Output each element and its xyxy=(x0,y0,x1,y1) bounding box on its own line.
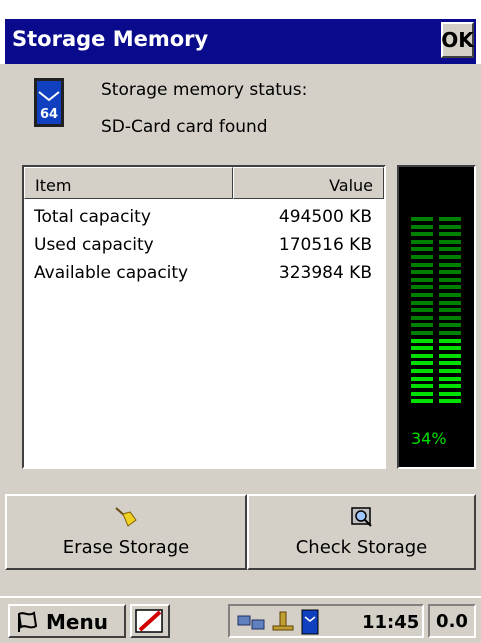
erase-storage-button[interactable]: Erase Storage xyxy=(5,494,247,570)
meter-segment xyxy=(411,277,433,282)
meter-segment xyxy=(411,247,433,252)
input-panel-button[interactable] xyxy=(130,604,170,638)
table-row[interactable]: Available capacity 323984 KB xyxy=(24,263,384,291)
column-header-item[interactable]: Item xyxy=(24,167,233,199)
row-item-total: Total capacity xyxy=(34,207,151,227)
windows-flag-icon xyxy=(17,611,38,632)
meter-segment xyxy=(411,217,433,221)
meter-segment xyxy=(411,376,433,381)
meter-segment xyxy=(439,224,461,229)
usage-percent: 34% xyxy=(411,429,447,448)
meter-segment xyxy=(439,300,461,305)
erase-storage-label: Erase Storage xyxy=(62,537,190,558)
meter-segment xyxy=(411,384,433,389)
meter-segment xyxy=(439,315,461,320)
meter-segment xyxy=(439,369,461,373)
meter-segment xyxy=(411,331,433,335)
meter-segment xyxy=(439,353,461,358)
meter-segment xyxy=(411,323,433,328)
meter-segment xyxy=(439,323,461,328)
row-value-total: 494500 KB xyxy=(278,207,372,227)
window-title: Storage Memory xyxy=(12,27,209,51)
network-icon[interactable] xyxy=(236,610,266,634)
system-tray: 11:45 xyxy=(228,604,424,638)
meter-segment xyxy=(439,217,461,221)
meter-segment xyxy=(411,262,433,267)
meter-segment xyxy=(439,239,461,244)
magnifier-disk-icon xyxy=(350,507,372,527)
meter-segment xyxy=(411,361,433,366)
meter-segment xyxy=(411,346,433,351)
sd-card-icon-text: 64 xyxy=(40,107,58,122)
meter-segment xyxy=(411,399,433,404)
meter-segment xyxy=(439,331,461,335)
meter-segment xyxy=(439,285,461,290)
usage-meter: 34% xyxy=(397,165,476,469)
meter-segment xyxy=(439,255,461,259)
meter-segment xyxy=(411,315,433,320)
row-item-used: Used capacity xyxy=(34,235,154,255)
usb-connection-icon[interactable] xyxy=(270,610,296,634)
row-value-used: 170516 KB xyxy=(278,235,372,255)
title-bar: Storage Memory OK xyxy=(0,0,481,64)
meter-segment xyxy=(439,384,461,389)
table-header: Item Value xyxy=(24,167,384,199)
meter-segment xyxy=(439,361,461,366)
meter-segment xyxy=(411,300,433,305)
meter-segment xyxy=(411,338,433,343)
meter-segment xyxy=(411,391,433,396)
meter-segment xyxy=(411,369,433,373)
meter-segment xyxy=(439,338,461,343)
sd-card-icon: 64 xyxy=(34,78,64,127)
version-indicator[interactable]: 0.0 xyxy=(428,604,476,638)
meter-segment xyxy=(411,224,433,229)
pen-icon xyxy=(135,609,163,633)
ok-button[interactable]: OK xyxy=(441,22,474,58)
menu-label: Menu xyxy=(46,610,108,634)
meter-segment xyxy=(439,376,461,381)
meter-segment xyxy=(439,391,461,396)
status-value: SD-Card card found xyxy=(101,117,268,137)
start-menu-button[interactable]: Menu xyxy=(8,604,126,638)
meter-segment xyxy=(411,232,433,237)
column-header-value[interactable]: Value xyxy=(233,167,384,199)
capacity-table[interactable]: Item Value Total capacity 494500 KB Used… xyxy=(22,165,386,469)
table-row[interactable]: Total capacity 494500 KB xyxy=(24,207,384,235)
table-row[interactable]: Used capacity 170516 KB xyxy=(24,235,384,263)
status-label: Storage memory status: xyxy=(101,80,308,100)
row-item-available: Available capacity xyxy=(34,263,189,283)
meter-segment xyxy=(411,308,433,313)
check-storage-label: Check Storage xyxy=(295,537,428,558)
meter-segment xyxy=(439,346,461,351)
meter-segment xyxy=(439,247,461,252)
meter-segment xyxy=(439,293,461,297)
broom-icon xyxy=(115,507,137,527)
meter-segment xyxy=(411,255,433,259)
meter-segment xyxy=(439,270,461,275)
meter-segment xyxy=(439,232,461,237)
taskbar: Menu 11:45 0.0 xyxy=(0,596,481,643)
meter-segment xyxy=(439,277,461,282)
meter-segment xyxy=(411,293,433,297)
meter-segment xyxy=(439,262,461,267)
sd-card-tray-icon[interactable] xyxy=(300,609,320,635)
meter-segment xyxy=(411,239,433,244)
row-value-available: 323984 KB xyxy=(278,263,372,283)
check-storage-button[interactable]: Check Storage xyxy=(247,494,476,570)
clock[interactable]: 11:45 xyxy=(362,612,419,633)
meter-segment xyxy=(411,270,433,275)
meter-segment xyxy=(439,308,461,313)
meter-segment xyxy=(411,285,433,290)
meter-segment xyxy=(411,353,433,358)
meter-segment xyxy=(439,399,461,404)
